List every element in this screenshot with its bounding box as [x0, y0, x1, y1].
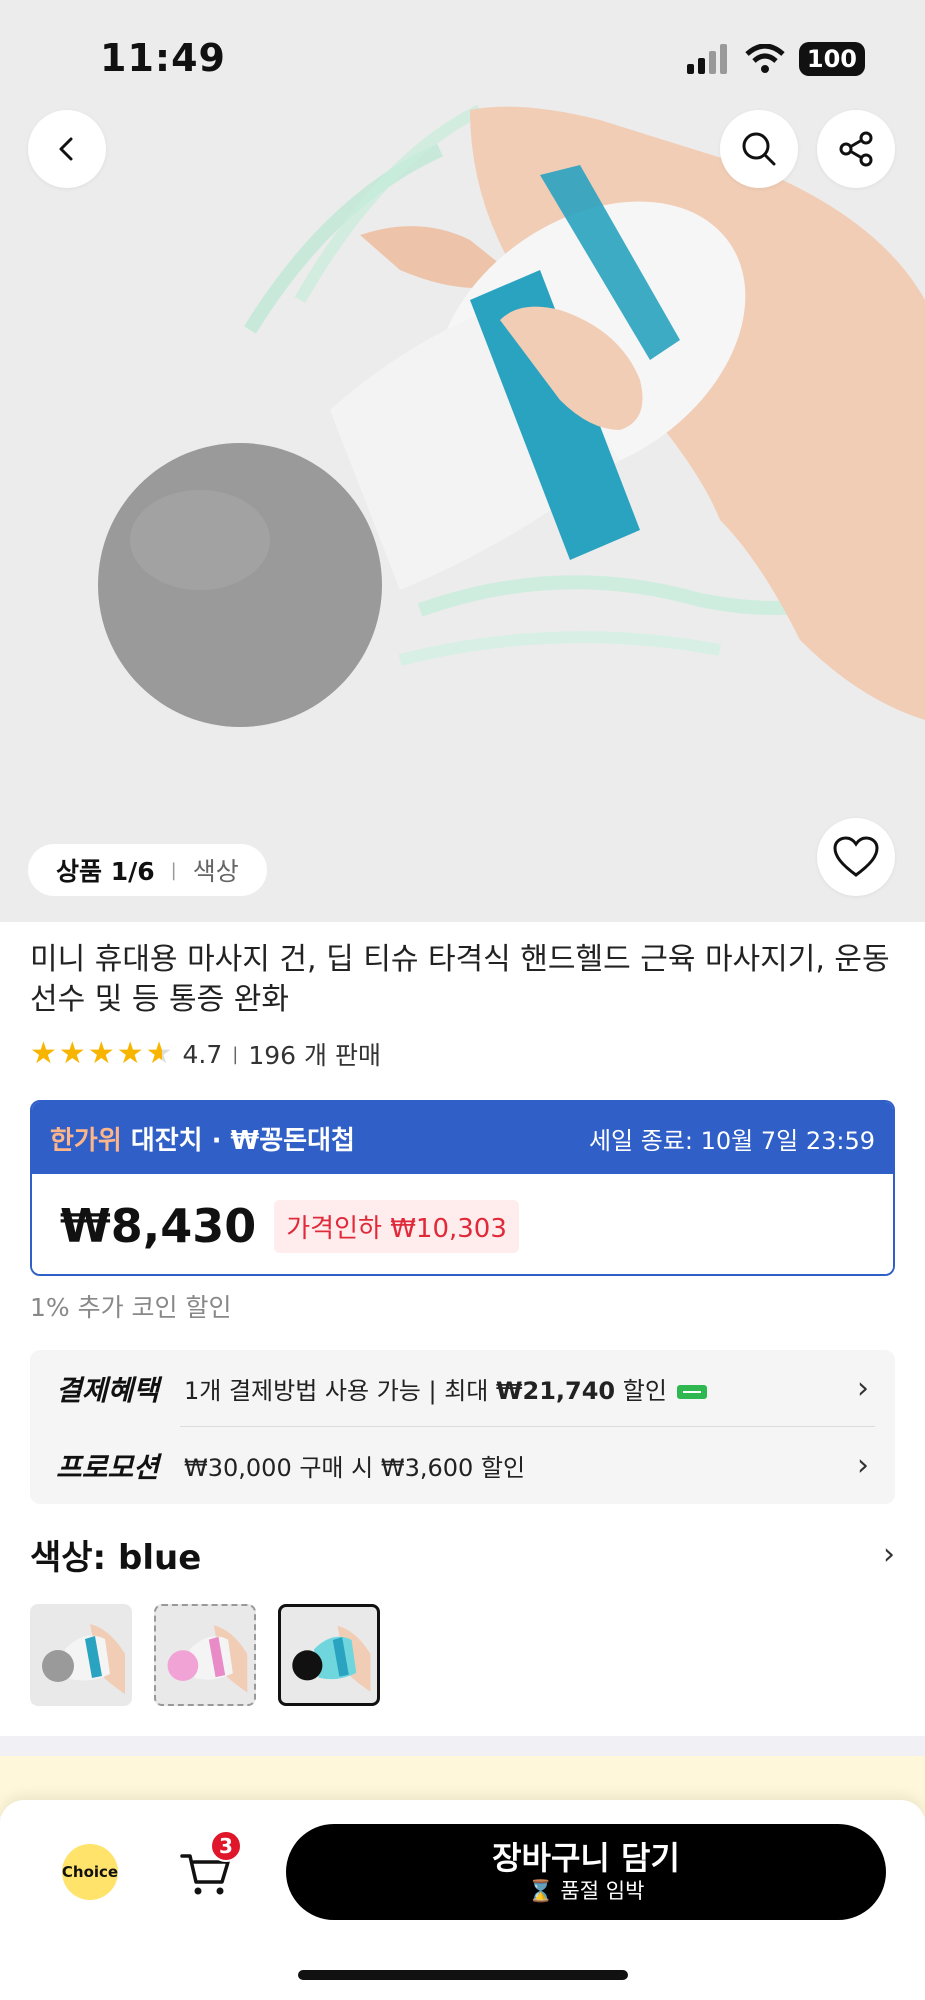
chevron-left-icon [59, 137, 73, 161]
product-title: 미니 휴대용 마사지 건, 딥 티슈 타격식 핸드헬드 근육 마사지기, 운동선… [30, 942, 890, 1017]
product-image-gallery[interactable]: 11:49 100 상품 1/6 | 색상 [0, 0, 925, 922]
half-star-icon: ★ [145, 1036, 173, 1071]
wifi-icon [745, 44, 785, 73]
sale-end-time: 세일 종료: 10월 7일 23:59 [588, 1126, 875, 1155]
add-to-cart-button[interactable]: 장바구니 담기 ⌛ 품절 임박 [286, 1824, 886, 1920]
home-indicator [298, 1970, 628, 1980]
search-button[interactable] [720, 110, 798, 188]
sale-header: 한가위 대잔치 · ₩꽁돈대첩 세일 종료: 10월 7일 23:59 [32, 1102, 893, 1174]
payment-benefit-label: 결제혜택 [56, 1373, 160, 1407]
low-stock-note: ⌛ 품절 임박 [527, 1879, 645, 1903]
payment-benefit-text: 1개 결제방법 사용 가능 | 최대 ₩21,740 할인 [184, 1371, 845, 1406]
status-icons: 100 [685, 42, 865, 76]
rating-row[interactable]: ★ ★ ★ ★ ★ 4.7 | 196 개 판매 [30, 1036, 381, 1072]
star-icon: ★ [87, 1036, 115, 1071]
counter-separator: | [170, 859, 177, 881]
sale-campaign-name: 한가위 대잔치 · ₩꽁돈대첩 [50, 1125, 355, 1156]
selected-color-label: 색상: blue [30, 1538, 202, 1578]
color-option-pink[interactable] [154, 1604, 256, 1706]
cart-count-badge: 3 [210, 1830, 242, 1862]
payment-benefit-row[interactable]: 결제혜택 1개 결제방법 사용 가능 | 최대 ₩21,740 할인 › [30, 1350, 895, 1427]
chevron-right-icon: › [857, 1448, 869, 1483]
promotion-text: ₩30,000 구매 시 ₩3,600 할인 [184, 1454, 526, 1482]
promotion-label: 프로모션 [56, 1450, 160, 1484]
promotion-row[interactable]: 프로모션 ₩30,000 구매 시 ₩3,600 할인 › [30, 1427, 895, 1504]
status-time: 11:49 [100, 36, 226, 80]
wishlist-button[interactable] [817, 818, 895, 896]
payment-method-badge-icon [676, 1385, 707, 1399]
sold-count: 196 개 판매 [248, 1041, 381, 1070]
color-option-gray[interactable] [30, 1604, 132, 1706]
rating-separator: | [232, 1043, 239, 1065]
chevron-right-icon: › [883, 1537, 895, 1572]
section-divider [0, 1736, 925, 1756]
rating-value: 4.7 [182, 1039, 223, 1069]
choice-badge[interactable]: Choice [62, 1844, 118, 1900]
color-selector-header[interactable]: 색상: blue › [30, 1530, 895, 1579]
color-option-image [42, 1624, 125, 1694]
back-button[interactable] [28, 110, 106, 188]
current-price: ₩8,430 [60, 1199, 257, 1253]
search-icon [742, 132, 776, 166]
color-option-image [292, 1625, 371, 1692]
status-bar: 11:49 100 [0, 0, 925, 120]
discount-badge: 가격인하 ₩10,303 [274, 1199, 519, 1253]
sale-banner: 한가위 대잔치 · ₩꽁돈대첩 세일 종료: 10월 7일 23:59 ₩8,4… [30, 1100, 895, 1276]
benefits-panel: 결제혜택 1개 결제방법 사용 가능 | 최대 ₩21,740 할인 › 프로모… [30, 1350, 895, 1504]
star-icon: ★ [30, 1036, 57, 1071]
coin-discount-note: 1% 추가 코인 할인 [30, 1293, 232, 1322]
gallery-color-link[interactable]: 색상 [193, 852, 239, 888]
color-option-image [167, 1625, 248, 1693]
rating-stars: ★ ★ ★ ★ ★ [30, 1039, 173, 1069]
heart-icon [833, 836, 879, 877]
chevron-right-icon: › [857, 1371, 869, 1406]
color-options [30, 1604, 380, 1706]
color-option-blue[interactable] [278, 1604, 380, 1706]
star-icon: ★ [116, 1036, 144, 1071]
signal-icon [686, 44, 727, 74]
share-button[interactable] [817, 110, 895, 188]
price-row: ₩8,430 가격인하 ₩10,303 [32, 1174, 893, 1274]
add-to-cart-label: 장바구니 담기 [492, 1839, 680, 1877]
battery-indicator: 100 [798, 42, 865, 76]
share-icon [839, 131, 873, 167]
gallery-counter-label: 상품 1/6 [56, 857, 155, 886]
gallery-counter[interactable]: 상품 1/6 | 색상 [28, 844, 267, 896]
star-icon: ★ [58, 1036, 86, 1071]
